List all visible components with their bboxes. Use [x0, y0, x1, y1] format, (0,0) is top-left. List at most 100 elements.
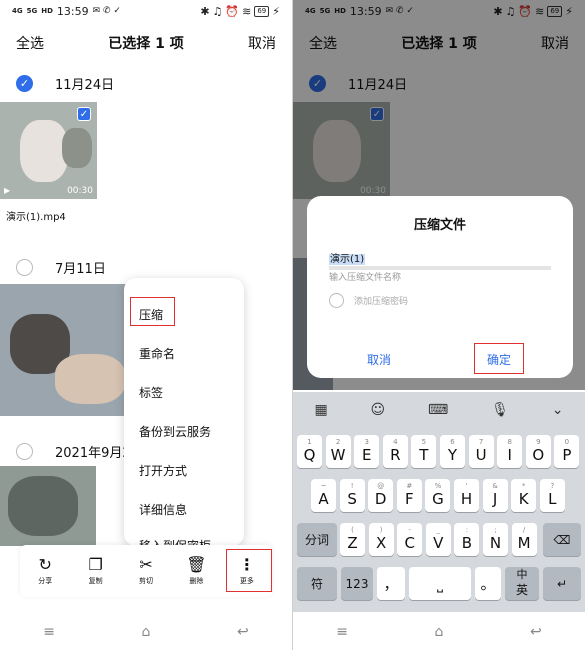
- key-g[interactable]: % G: [425, 479, 451, 512]
- highlight-box-compress: [130, 297, 175, 326]
- key-d[interactable]: @ D: [368, 479, 394, 512]
- language-switch-key[interactable]: 中英: [505, 567, 539, 600]
- share-button[interactable]: ↻ 分享: [20, 545, 70, 597]
- page-title: 已选择 1 项: [108, 36, 184, 52]
- home-nav-icon[interactable]: ⌂: [435, 624, 444, 640]
- key-p[interactable]: 0P: [554, 435, 580, 468]
- key-z[interactable]: (Z: [340, 523, 365, 556]
- delete-label: 删除: [189, 577, 204, 585]
- key-hint: ): [379, 526, 383, 534]
- space-key[interactable]: ⎵: [409, 567, 471, 600]
- keyboard-icon[interactable]: ⌨: [428, 402, 448, 418]
- menu-item-details[interactable]: 详细信息: [139, 501, 187, 518]
- copy-button[interactable]: ❐ 复制: [70, 545, 120, 597]
- add-password-option[interactable]: 添加压缩密码: [329, 293, 408, 308]
- key-y[interactable]: 6Y: [440, 435, 465, 468]
- key-hint: !: [350, 482, 354, 490]
- group-date: 11月24日: [55, 78, 115, 93]
- delete-button[interactable]: 🗑 删除: [171, 545, 221, 597]
- key-q[interactable]: 1Q: [297, 435, 322, 468]
- key-hint: 1: [307, 438, 312, 446]
- key-s[interactable]: ! S: [339, 479, 365, 512]
- segment-key[interactable]: 分词: [297, 523, 337, 556]
- chevron-down-icon[interactable]: ⌄: [552, 402, 564, 418]
- number-key[interactable]: 123: [341, 567, 373, 600]
- key-label: D: [374, 490, 387, 508]
- password-checkbox[interactable]: [329, 293, 344, 308]
- key-f[interactable]: # F: [396, 479, 422, 512]
- grid-icon[interactable]: ▦: [314, 402, 327, 418]
- key-k[interactable]: * K: [511, 479, 537, 512]
- selection-header: 全选 已选择 1 项 取消: [0, 30, 292, 56]
- dialog-cancel-button[interactable]: 取消: [367, 351, 391, 368]
- key-u[interactable]: 7U: [468, 435, 494, 468]
- group-checkbox-checked[interactable]: ✓: [16, 75, 33, 92]
- key-e[interactable]: 3E: [354, 435, 380, 468]
- key-j[interactable]: & J: [482, 479, 508, 512]
- key-m[interactable]: / M: [511, 523, 537, 556]
- key-hint: /: [522, 526, 526, 534]
- key-h[interactable]: ' H: [454, 479, 479, 512]
- key-v[interactable]: _ V: [425, 523, 451, 556]
- key-l[interactable]: ? L: [539, 479, 565, 512]
- photo-thumbnail[interactable]: [0, 466, 96, 546]
- signal-icon-2: 5G: [26, 6, 38, 15]
- key-label: T: [419, 446, 429, 464]
- home-nav-icon[interactable]: ⌂: [142, 624, 151, 640]
- period-key[interactable]: 。: [475, 567, 501, 600]
- key-label: R: [390, 446, 401, 464]
- soft-keyboard: ▦ ☺ ⌨ 🎙 ⌄ 1 Q 2 W 3 E 4 R 5 T 6 Y 7 U 8 I 9 O 0 P ~ A! S @ D # F% G…: [293, 392, 585, 612]
- key-a[interactable]: ~ A: [311, 479, 336, 512]
- key-b[interactable]: :B: [454, 523, 480, 556]
- key-x[interactable]: ) X: [368, 523, 394, 556]
- cut-button[interactable]: ✂ 剪切: [121, 545, 171, 597]
- menu-item-rename[interactable]: 重命名: [139, 345, 175, 362]
- microphone-icon[interactable]: 🎙: [491, 402, 509, 418]
- video-thumbnail[interactable]: ✓ ▶ 00:30: [0, 102, 97, 199]
- highlight-box-confirm: [474, 343, 524, 374]
- enter-key[interactable]: ↵: [543, 567, 581, 600]
- archive-name-input[interactable]: 演示(1): [329, 250, 551, 265]
- key-hint: (: [351, 526, 354, 534]
- key-hint: 7: [478, 438, 484, 446]
- cancel-button[interactable]: 取消: [248, 33, 276, 53]
- key-o[interactable]: 9O: [525, 435, 551, 468]
- key-c[interactable]: -C: [397, 523, 423, 556]
- back-nav-icon[interactable]: ↩: [237, 624, 249, 640]
- key-r[interactable]: 4R: [382, 435, 408, 468]
- menu-nav-icon[interactable]: ≡: [43, 624, 55, 640]
- backspace-key[interactable]: ⌫: [543, 523, 581, 556]
- key-hint: ~: [320, 482, 327, 490]
- key-n[interactable]: ; N: [483, 523, 508, 556]
- key-label: J: [492, 490, 498, 508]
- key-i[interactable]: 8I: [497, 435, 523, 468]
- group-checkbox[interactable]: [16, 443, 33, 460]
- key-label: ⌫: [553, 532, 571, 547]
- key-label: ，: [383, 575, 399, 593]
- symbol-key[interactable]: 符: [297, 567, 337, 600]
- scissors-icon: ✂: [139, 555, 153, 574]
- key-t[interactable]: 5T: [411, 435, 437, 468]
- key-hint: 0: [564, 438, 570, 446]
- item-checkbox-checked[interactable]: ✓: [77, 107, 91, 121]
- key-label: ⎵: [436, 574, 443, 593]
- menu-item-open-with[interactable]: 打开方式: [139, 462, 187, 479]
- comma-key[interactable]: ，: [377, 567, 405, 600]
- menu-item-cloud-backup[interactable]: 备份到云服务: [139, 423, 211, 440]
- bluetooth-icon: ✱: [200, 4, 210, 18]
- menu-item-tag[interactable]: 标签: [139, 384, 163, 401]
- back-nav-icon[interactable]: ↩: [530, 624, 542, 640]
- key-hint: &: [492, 482, 498, 490]
- key-hint: ?: [550, 482, 555, 490]
- key-hint: 3: [364, 438, 369, 446]
- compress-dialog: 压缩文件 演示(1) 输入压缩文件名称 添加压缩密码 取消 确定: [307, 196, 573, 378]
- select-all-button[interactable]: 全选: [16, 33, 44, 53]
- menu-nav-icon[interactable]: ≡: [336, 624, 348, 640]
- group-checkbox[interactable]: [16, 259, 33, 276]
- key-hint: %: [434, 482, 442, 490]
- key-w[interactable]: 2W: [325, 435, 351, 468]
- key-label: Y: [447, 446, 458, 464]
- emoji-icon[interactable]: ☺: [371, 402, 386, 418]
- key-label: I: [507, 446, 512, 464]
- photo-thumbnail[interactable]: [0, 284, 130, 416]
